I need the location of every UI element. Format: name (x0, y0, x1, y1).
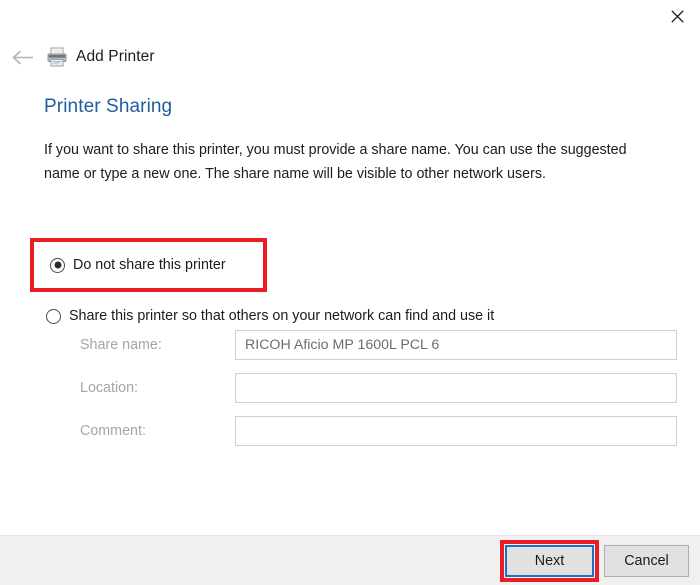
title-bar (0, 0, 700, 32)
back-button[interactable] (0, 42, 46, 72)
radio-selected-icon (50, 257, 65, 273)
page-content: Printer Sharing If you want to share thi… (44, 96, 664, 186)
cancel-button[interactable]: Cancel (604, 545, 689, 577)
radio-do-not-share-label: Do not share this printer (73, 257, 226, 273)
share-name-input[interactable]: RICOH Aficio MP 1600L PCL 6 (235, 330, 677, 360)
share-details-form: Share name: RICOH Aficio MP 1600L PCL 6 … (80, 330, 680, 459)
share-name-label: Share name: (80, 337, 162, 353)
sharing-radio-group: Do not share this printer Share this pri… (30, 238, 670, 328)
footer-bar: Next Cancel (0, 535, 700, 585)
next-button[interactable]: Next (505, 545, 594, 577)
share-name-row: Share name: RICOH Aficio MP 1600L PCL 6 (80, 330, 680, 360)
close-icon (670, 9, 684, 23)
radio-share-printer-label: Share this printer so that others on you… (69, 308, 495, 324)
radio-share-printer[interactable]: Share this printer so that others on you… (46, 304, 670, 328)
location-input[interactable] (235, 373, 677, 403)
back-arrow-icon (12, 49, 33, 65)
page-title: Printer Sharing (44, 96, 173, 117)
comment-row: Comment: (80, 416, 680, 446)
wizard-header: Add Printer (0, 40, 700, 74)
radio-do-not-share[interactable]: Do not share this printer (30, 238, 267, 292)
radio-unselected-icon (46, 308, 61, 324)
location-row: Location: (80, 373, 680, 403)
intro-text: If you want to share this printer, you m… (44, 142, 627, 182)
comment-label: Comment: (80, 423, 146, 439)
wizard-title: Add Printer (76, 48, 155, 65)
comment-input[interactable] (235, 416, 677, 446)
location-label: Location: (80, 380, 139, 396)
printer-icon (47, 47, 67, 67)
close-button[interactable] (654, 0, 700, 32)
